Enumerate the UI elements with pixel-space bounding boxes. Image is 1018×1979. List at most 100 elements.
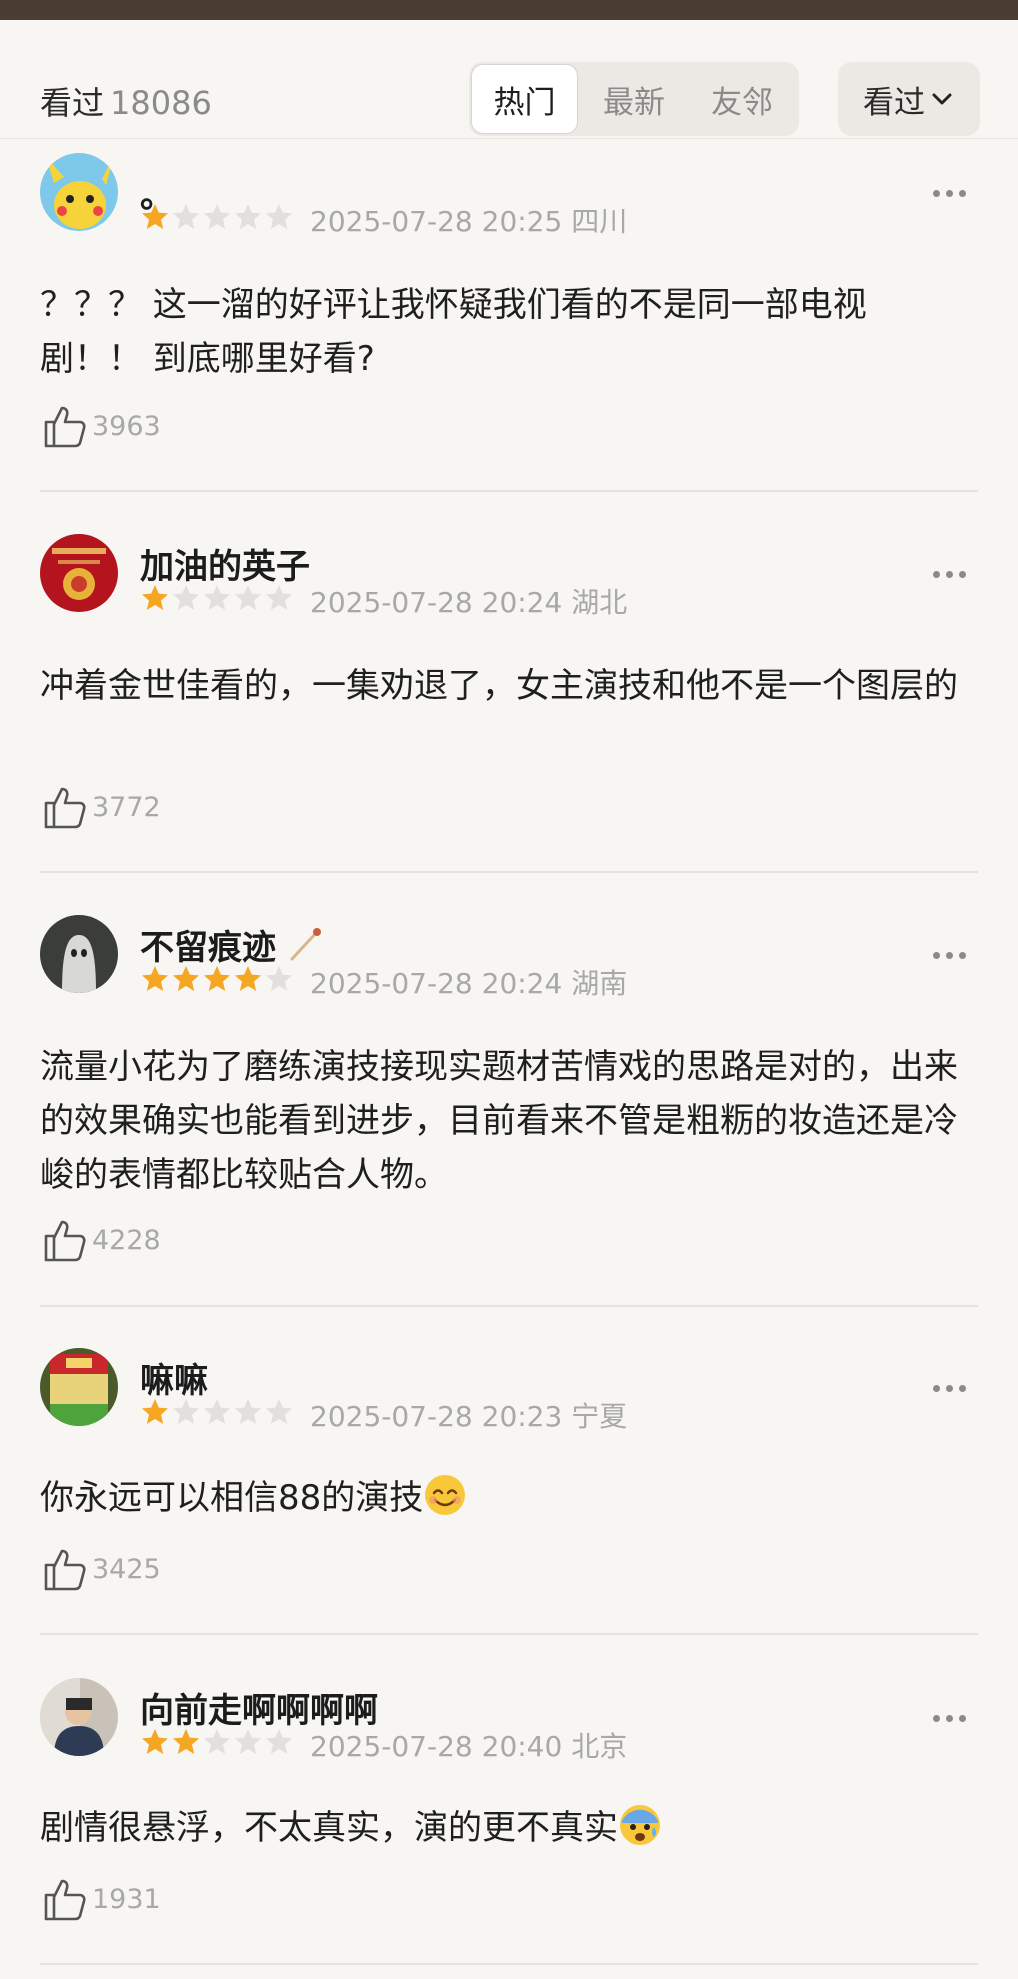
star-empty-icon [204,1399,230,1424]
comment-date: 2025-07-28 20:24 [310,967,563,1000]
more-options-icon[interactable] [933,1715,966,1722]
comment-date: 2025-07-28 20:23 [310,1400,563,1433]
star-empty-icon [204,585,230,610]
comment-date: 2025-07-28 20:24 [310,586,563,619]
star-empty-icon [204,1729,230,1754]
tab-latest[interactable]: 最新 [580,62,688,136]
comment-item: 不留痕迹 2025-07-28 20:24 湖南 流量小花为了磨练演技接现实题材… [40,912,978,1307]
chevron-down-icon [932,93,952,105]
star-empty-icon [266,966,292,991]
username-text: 不留痕迹 [140,928,276,968]
more-options-icon[interactable] [933,571,966,578]
star-empty-icon [235,1399,261,1424]
like-count: 4228 [92,1224,161,1256]
like-count: 1931 [92,1883,161,1915]
comment-meta: 2025-07-28 20:24 湖南 [310,962,627,1002]
tab-hot[interactable]: 热门 [471,64,578,134]
more-options-icon[interactable] [933,952,966,959]
comment-location: 四川 [571,205,628,238]
thumbs-up-icon [44,1549,86,1591]
comment-meta: 2025-07-28 20:23 宁夏 [310,1395,627,1435]
rating-stars [140,1727,294,1757]
comment-item: 。 2025-07-28 20:25 四川 ？？？ 这一溜的好评让我怀疑我们看的… [40,150,978,492]
star-empty-icon [173,204,199,229]
rating-stars [140,1397,294,1427]
divider [40,1963,978,1965]
divider [40,490,978,492]
star-empty-icon [266,585,292,610]
comment-location: 北京 [571,1730,628,1763]
comment-location: 湖北 [571,586,628,619]
comment-text: ？？？ 这一溜的好评让我怀疑我们看的不是同一部电视剧！！ 到底哪里好看? [40,285,867,379]
comment-meta: 2025-07-28 20:40 北京 [310,1725,627,1765]
like-button[interactable]: 3425 [40,1545,161,1593]
comment-item: 嘛嘛 2025-07-28 20:23 宁夏 你永远可以相信88的演技 3425 [40,1345,978,1635]
username[interactable]: 加油的英子 [140,539,310,588]
star-filled-icon [173,1729,199,1754]
star-filled-icon [142,1729,168,1754]
soy-sauce-bottle-avatar-icon[interactable] [40,1348,118,1426]
thumbs-up-icon [44,787,86,829]
rating-stars [140,583,294,613]
seen-count-label: 看过 18086 [40,78,212,124]
ghost-avatar-icon[interactable] [40,915,118,993]
rating-stars [140,202,294,232]
comment-text: 剧情很悬浮，不太真实，演的更不真实 [40,1801,960,1855]
divider [40,1633,978,1635]
status-filter-dropdown[interactable]: 看过 [838,62,980,136]
thumbs-up-icon [44,406,86,448]
thumbs-up-icon [44,1879,86,1921]
star-empty-icon [266,204,292,229]
star-empty-icon [266,1729,292,1754]
star-empty-icon [173,585,199,610]
like-button[interactable]: 3772 [40,783,161,831]
anxious-face-emoji-icon [620,1805,660,1845]
comment-meta: 2025-07-28 20:24 湖北 [310,581,627,621]
status-top-bar [0,0,1018,20]
comment-text-content: 剧情很悬浮，不太真实，演的更不真实 [40,1808,618,1848]
like-button[interactable]: 3963 [40,402,161,450]
divider [40,1305,978,1307]
comment-text-content: 你永远可以相信88的演技 [40,1478,424,1518]
star-empty-icon [173,1399,199,1424]
comment-location: 宁夏 [571,1400,628,1433]
comment-date: 2025-07-28 20:25 [310,205,563,238]
seen-label: 看过 [40,84,105,122]
filter-bar: 看过 18086 热门 最新 友邻 看过 [0,20,1018,139]
seen-count: 18086 [110,84,212,122]
star-filled-icon [204,966,230,991]
like-button[interactable]: 4228 [40,1216,161,1264]
like-count: 3425 [92,1553,161,1585]
comment-text: 冲着金世佳看的，一集劝退了，女主演技和他不是一个图层的 [40,666,958,706]
rating-stars [140,964,294,994]
tab-friends[interactable]: 友邻 [688,62,796,136]
thumbs-up-icon [44,1220,86,1262]
star-empty-icon [235,585,261,610]
star-filled-icon [235,966,261,991]
like-button[interactable]: 1931 [40,1875,161,1923]
star-empty-icon [235,204,261,229]
comment-item: 向前走啊啊啊啊 2025-07-28 20:40 北京 剧情很悬浮，不太真实，演… [40,1675,978,1965]
comment-text: 你永远可以相信88的演技 [40,1471,960,1525]
match-stick-icon [290,928,321,961]
star-filled-icon [142,585,168,610]
username[interactable]: 不留痕迹 [140,920,324,969]
comment-meta: 2025-07-28 20:25 四川 [310,200,627,240]
comment-text: 流量小花为了磨练演技接现实题材苦情戏的思路是对的，出来的效果确实也能看到进步，目… [40,1047,958,1195]
divider [40,871,978,873]
star-empty-icon [235,1729,261,1754]
pikachu-avatar-icon[interactable] [40,153,118,231]
star-filled-icon [142,1399,168,1424]
more-options-icon[interactable] [933,190,966,197]
star-filled-icon [142,966,168,991]
star-empty-icon [266,1399,292,1424]
smiling-face-emoji-icon [425,1475,466,1515]
star-filled-icon [142,204,168,229]
comment-date: 2025-07-28 20:40 [310,1730,563,1763]
username[interactable]: 嘛嘛 [140,1353,208,1402]
person-photo-avatar-icon[interactable] [40,1678,118,1756]
more-options-icon[interactable] [933,1385,966,1392]
red-new-year-avatar-icon[interactable] [40,534,118,612]
star-empty-icon [204,204,230,229]
like-count: 3963 [92,410,161,442]
